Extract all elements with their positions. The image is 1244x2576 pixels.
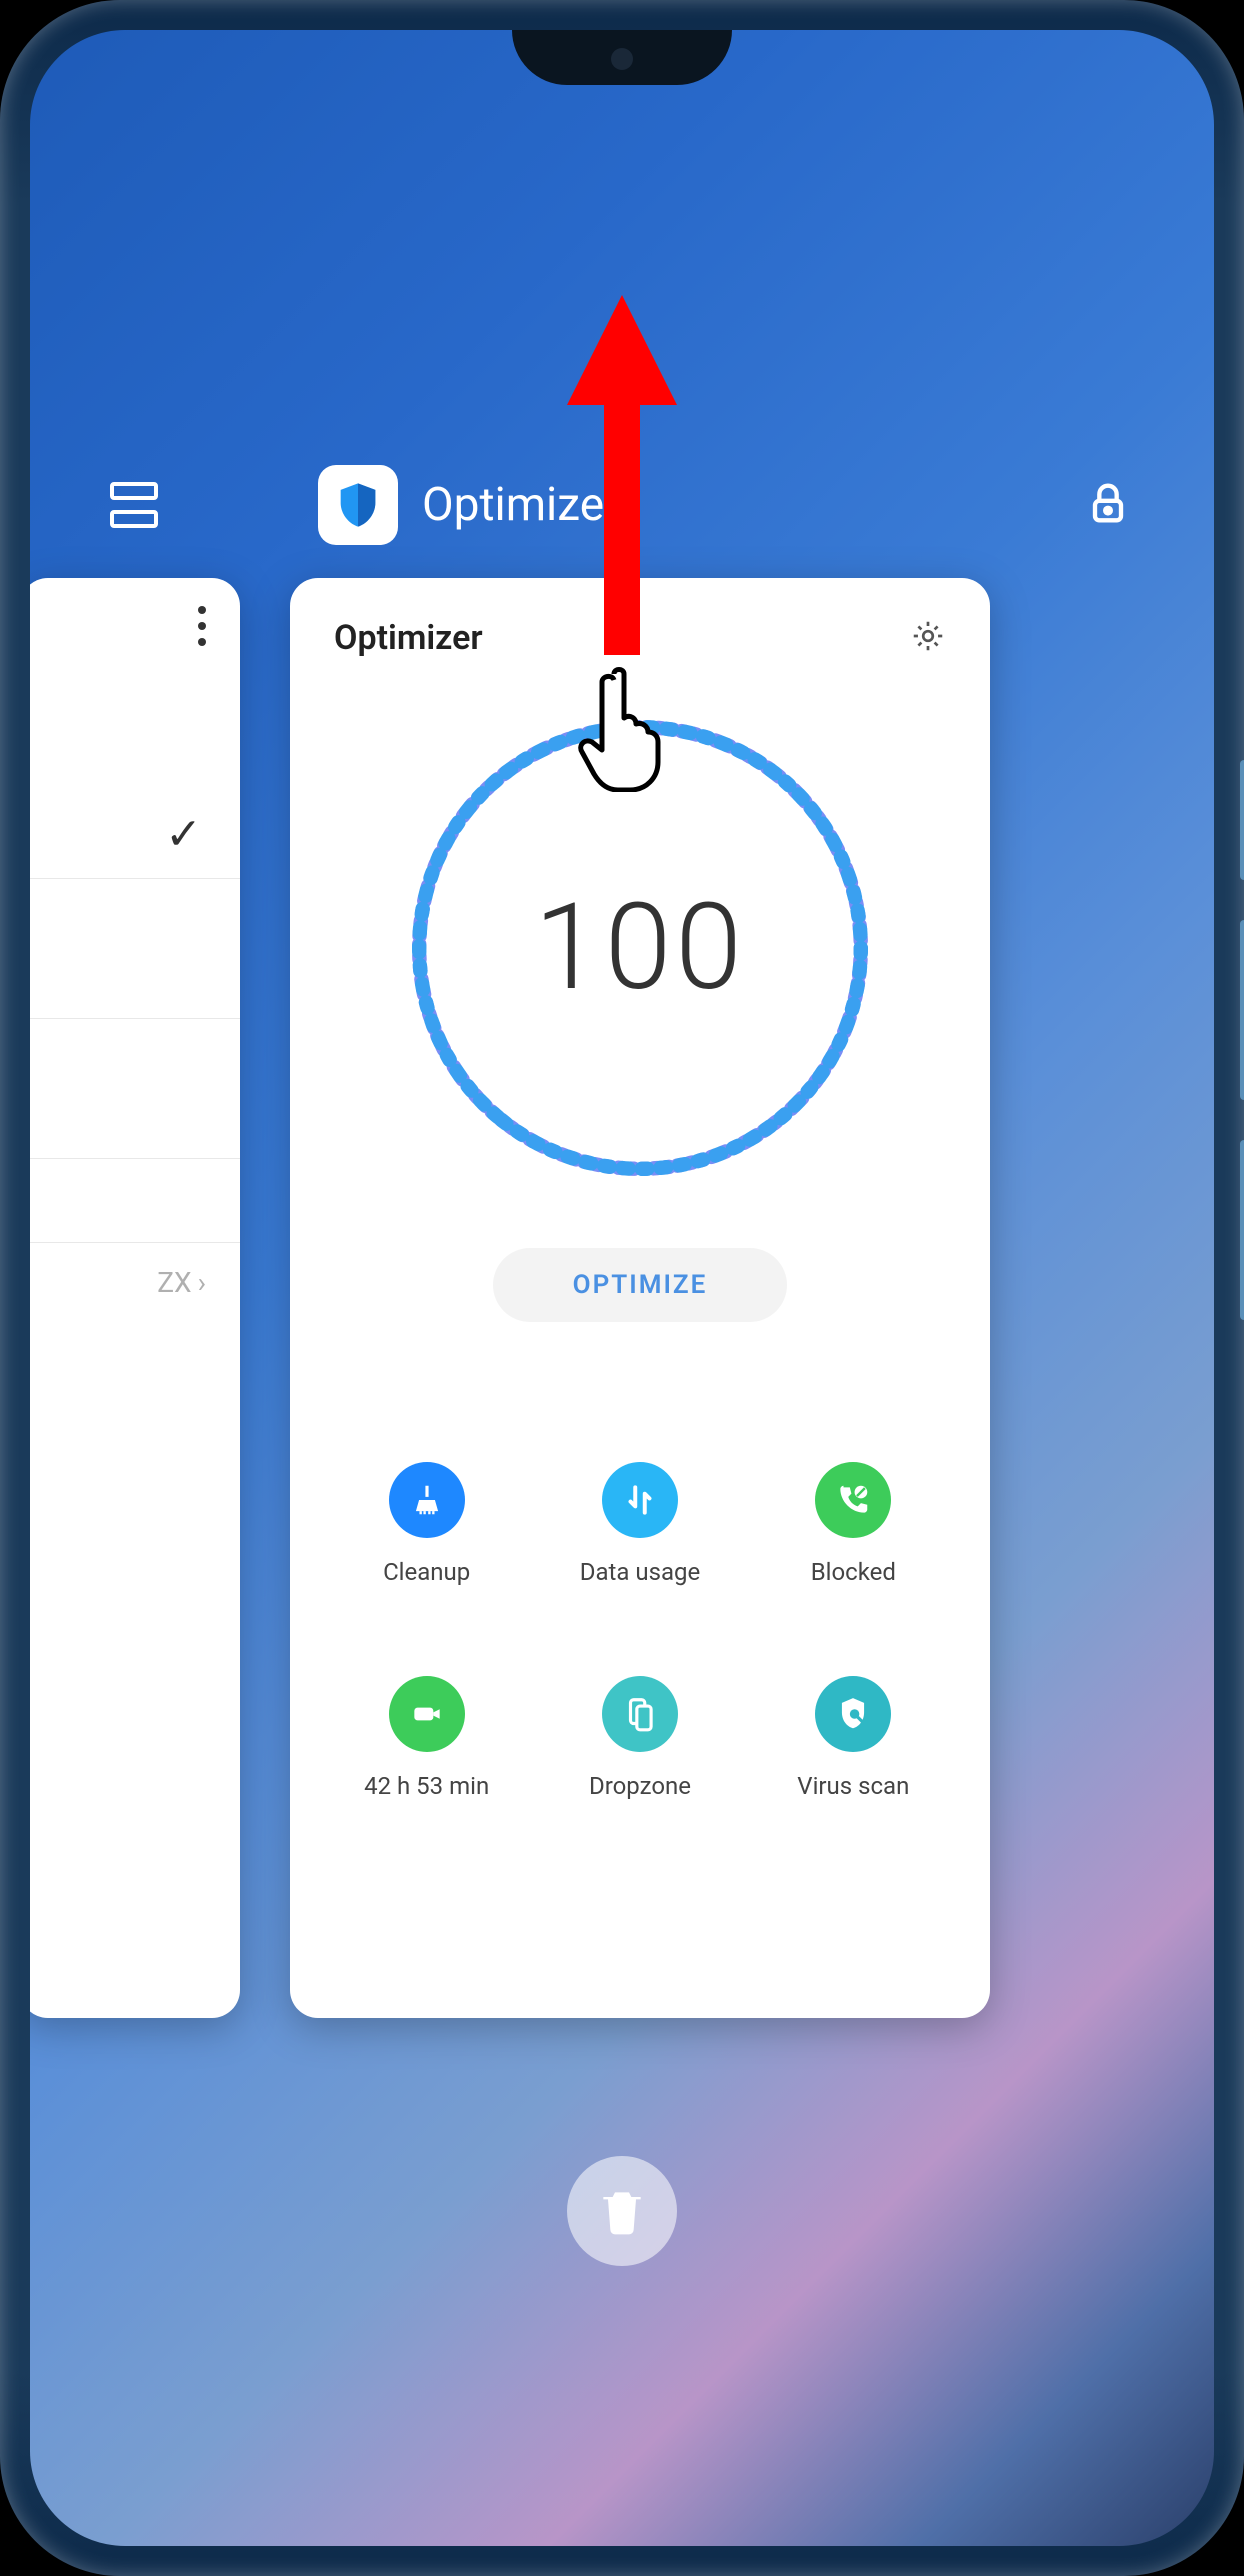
data-arrows-icon: [602, 1462, 678, 1538]
divider: [30, 1158, 240, 1159]
card-title: Optimizer: [334, 618, 483, 658]
notch: [512, 30, 732, 85]
tool-label: 42 h 53 min: [364, 1772, 489, 1800]
annotation-arrow-up: [562, 295, 682, 659]
tool-label: Data usage: [580, 1558, 701, 1586]
power-button[interactable]: [1240, 760, 1244, 880]
shield-icon: [318, 465, 398, 545]
tool-virus-scan[interactable]: Virus scan: [747, 1676, 960, 1800]
tool-blocked[interactable]: Blocked: [747, 1462, 960, 1586]
tools-grid: Cleanup Data usage Blocked: [290, 1462, 990, 1800]
tool-screen-time[interactable]: 42 h 53 min: [320, 1676, 533, 1800]
annotation-hand-icon: [578, 662, 678, 796]
tool-label: Cleanup: [383, 1558, 470, 1586]
volume-down-button[interactable]: [1240, 1140, 1244, 1320]
screen: Optimizer ✓: [30, 30, 1214, 2546]
video-icon: [389, 1676, 465, 1752]
phone-frame: Optimizer ✓: [0, 0, 1244, 2576]
gear-icon[interactable]: [910, 618, 946, 658]
chevron-right-icon: ›: [198, 1266, 206, 1299]
tool-label: Blocked: [811, 1558, 896, 1586]
broom-icon: [389, 1462, 465, 1538]
tool-label: Virus scan: [797, 1772, 909, 1800]
lock-icon[interactable]: [1082, 477, 1134, 533]
phone-copy-icon: [602, 1676, 678, 1752]
phone-block-icon: [815, 1462, 891, 1538]
tool-data-usage[interactable]: Data usage: [533, 1462, 746, 1586]
tool-dropzone[interactable]: Dropzone: [533, 1676, 746, 1800]
shield-search-icon: [815, 1676, 891, 1752]
divider: [30, 1242, 240, 1243]
prev-item-label: ZX: [157, 1266, 191, 1299]
divider: [30, 878, 240, 879]
list-view-icon[interactable]: [110, 482, 158, 528]
optimize-button[interactable]: OPTIMIZE: [493, 1248, 788, 1322]
more-icon[interactable]: [198, 606, 206, 646]
tool-cleanup[interactable]: Cleanup: [320, 1462, 533, 1586]
previous-app-card[interactable]: ✓ ZX ›: [30, 578, 240, 2018]
trash-icon: [594, 2183, 650, 2239]
volume-up-button[interactable]: [1240, 920, 1244, 1100]
tool-label: Dropzone: [589, 1772, 691, 1800]
divider: [30, 1018, 240, 1019]
clear-all-button[interactable]: [567, 2156, 677, 2266]
list-item-text: ZX ›: [157, 1266, 206, 1299]
checkmark-icon: ✓: [165, 808, 202, 860]
